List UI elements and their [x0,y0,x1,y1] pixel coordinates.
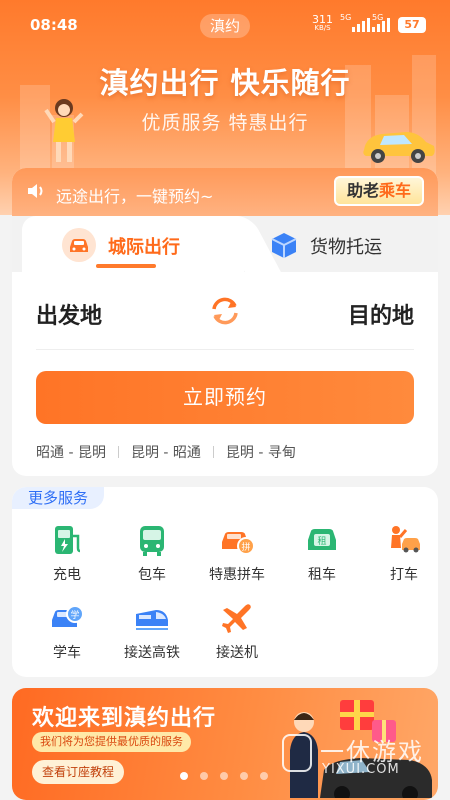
carpool-icon: 拼 [222,532,255,555]
pagination-dot[interactable] [220,772,228,780]
bus-icon [140,526,164,556]
pagination-dot[interactable] [260,772,268,780]
service-label: 充电 [53,567,81,583]
notice-text: 远途出行，一键预约~ [56,187,214,206]
signal-icon: 5G [372,13,390,32]
car-icon [62,228,96,262]
service-rental[interactable]: 租 租车 [287,522,357,584]
booking-card: 远途出行，一键预约~ 助老乘车 城际出行 货物托运 出发地 目的地 立即预约 昭… [12,168,438,476]
pagination-dot[interactable] [180,772,188,780]
route-link[interactable]: 昆明 - 昭通 [131,442,201,462]
watermark-url: YIXUI.COM [322,762,400,777]
service-label: 打车 [390,567,418,583]
car-illustration [363,132,435,163]
swap-icon[interactable] [208,294,242,328]
svg-text:租: 租 [317,536,326,547]
status-time: 08:48 [30,16,78,34]
banner-title: 欢迎来到滇约出行 [32,706,217,731]
elder-mode-suffix: 乘车 [379,181,412,200]
more-services-title: 更多服务 [12,487,104,509]
promo-banner[interactable]: 欢迎来到滇约出行 我们将为您提供最优质的服务 查看订座教程 一休游戏 YIXUI… [12,688,438,800]
banner-pagination [180,772,268,780]
mascot-illustration [44,99,84,162]
service-airport-transfer[interactable]: 接送机 [202,600,272,662]
box-icon[interactable] [267,228,301,262]
route-link[interactable]: 昆明 - 寻甸 [226,442,296,462]
service-carpool[interactable]: 拼 特惠拼车 [202,522,272,584]
signal-icon: 5G [340,13,370,32]
booking-tutorial-button[interactable]: 查看订座教程 [32,760,125,784]
service-label: 学车 [53,645,81,661]
app-name-pill: 滇约 [200,14,251,38]
rent-car-icon: 租 [308,529,336,550]
service-label: 接送机 [216,645,258,661]
pagination-dot[interactable] [240,772,248,780]
charging-station-icon [55,526,81,554]
service-label: 特惠拼车 [209,567,265,583]
net-speed-value: 311 [312,13,333,26]
hail-taxi-icon [391,526,420,553]
popular-routes: 昭通 - 昆明 昆明 - 昭通 昆明 - 寻甸 [36,442,296,462]
battery-icon: 57 [398,17,426,33]
service-driving-school[interactable]: 学 学车 [32,600,102,662]
tab-intercity-label[interactable]: 城际出行 [108,233,180,259]
banner-subtitle: 我们将为您提供最优质的服务 [32,732,191,752]
service-taxi[interactable]: 打车 [369,522,438,584]
net-speed: 311 KB/S [312,13,333,33]
watermark-logo-icon [282,734,312,772]
high-speed-train-icon [136,610,168,630]
signal-type-label: 5G [372,13,384,22]
svg-text:拼: 拼 [241,541,250,553]
service-label: 租车 [308,567,336,583]
service-train-transfer[interactable]: 接送高铁 [117,600,187,662]
trip-tabs: 城际出行 货物托运 [12,216,438,272]
book-now-button[interactable]: 立即预约 [36,371,414,424]
service-charging[interactable]: 充电 [32,522,102,584]
route-link[interactable]: 昭通 - 昆明 [36,442,106,462]
origin-field[interactable]: 出发地 [36,298,102,330]
destination-field[interactable]: 目的地 [348,298,414,330]
active-tab-indicator [96,264,156,268]
elder-mode-prefix: 助老 [346,181,379,200]
tab-freight-label[interactable]: 货物托运 [310,233,382,259]
svg-text:学: 学 [70,609,79,621]
status-bar: 08:48 滇约 311 KB/S 5G 5G 57 [0,0,450,52]
notice-bar: 远途出行，一键预约~ 助老乘车 [12,168,438,220]
pagination-dot[interactable] [200,772,208,780]
signal-type-label: 5G [340,13,352,22]
airplane-icon [222,604,251,633]
divider [36,349,414,350]
service-label: 接送高铁 [124,645,180,661]
service-label: 包车 [138,567,166,583]
elder-mode-button[interactable]: 助老乘车 [334,176,424,206]
more-services-card: 更多服务 充电 包车 拼 特惠拼车 租 租车 打车 学 学车 接送高铁 接送机 [12,487,438,677]
service-charter[interactable]: 包车 [117,522,187,584]
net-speed-unit: KB/S [314,24,331,32]
speaker-icon [28,184,43,198]
watermark: 一休游戏 YIXUI.COM [282,730,438,780]
driving-school-icon: 学 [52,605,84,627]
